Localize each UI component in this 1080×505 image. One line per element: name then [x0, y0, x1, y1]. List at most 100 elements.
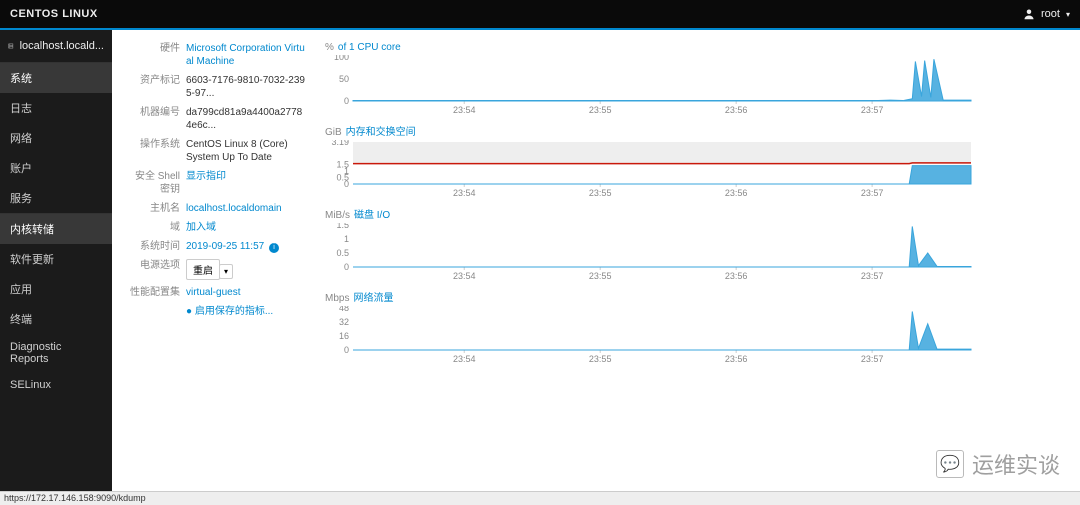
svg-text:23:54: 23:54 — [453, 188, 476, 198]
chart-svg: 00.511.523:5423:5523:5623:57 — [325, 223, 975, 281]
chart-unit: MiB/s — [325, 210, 350, 221]
hostname-label: 主机名 — [130, 202, 186, 215]
chart-title[interactable]: of 1 CPU core — [338, 42, 401, 53]
system-info: 硬件Microsoft Corporation Virtual Machine … — [130, 42, 305, 372]
svg-text:23:56: 23:56 — [725, 105, 748, 115]
chart-title[interactable]: 磁盘 I/O — [354, 210, 390, 221]
time-value[interactable]: 2019-09-25 11:57 i — [186, 240, 279, 253]
hardware-label: 硬件 — [130, 42, 186, 68]
power-value: 重启▾ — [186, 259, 233, 280]
chart-svg: 00.511.53.1923:5423:5523:5623:57 — [325, 140, 975, 198]
svg-text:23:55: 23:55 — [589, 271, 612, 281]
svg-text:23:56: 23:56 — [725, 354, 748, 364]
svg-text:3.19: 3.19 — [331, 140, 349, 147]
reboot-dropdown[interactable]: ▾ — [219, 264, 233, 279]
sidebar: localhost.locald... 系统日志网络账户服务 内核转储软件更新应… — [0, 30, 112, 491]
svg-text:23:57: 23:57 — [861, 105, 884, 115]
chart-block: MiB/s磁盘 I/O00.511.523:5423:5523:5623:57 — [325, 206, 1062, 281]
watermark-text: 运维实谈 — [972, 448, 1060, 480]
hardware-value[interactable]: Microsoft Corporation Virtual Machine — [186, 42, 305, 68]
svg-text:50: 50 — [339, 74, 349, 84]
power-label: 电源选项 — [130, 259, 186, 280]
sidebar-item[interactable]: Diagnostic Reports — [0, 334, 112, 372]
os-label: 操作系统 — [130, 138, 186, 164]
perf-label: 性能配置集 — [130, 286, 186, 299]
app-title: CENTOS LINUX — [10, 8, 98, 20]
content: 硬件Microsoft Corporation Virtual Machine … — [112, 30, 1080, 491]
assettag-label: 资产标记 — [130, 74, 186, 100]
svg-text:100: 100 — [334, 55, 349, 62]
svg-text:16: 16 — [339, 331, 349, 341]
hostname-value[interactable]: localhost.localdomain — [186, 202, 282, 215]
reboot-button[interactable]: 重启 — [186, 259, 220, 280]
svg-text:23:57: 23:57 — [861, 354, 884, 364]
time-label: 系统时间 — [130, 240, 186, 253]
wechat-icon: 💬 — [936, 450, 964, 478]
info-icon: i — [269, 243, 279, 253]
svg-text:0: 0 — [344, 262, 349, 272]
sidebar-item[interactable]: 服务 — [0, 183, 112, 213]
domain-value[interactable]: 加入域 — [186, 221, 216, 234]
chart-header: GiB 内存和交换空间 — [325, 123, 1062, 138]
svg-text:23:57: 23:57 — [861, 188, 884, 198]
assettag-value: 6603-7176-9810-7032-2395-97... — [186, 74, 305, 100]
svg-text:23:55: 23:55 — [589, 188, 612, 198]
sidebar-item[interactable]: 内核转储 — [0, 214, 112, 244]
chart-unit: GiB — [325, 127, 342, 138]
sidebar-host[interactable]: localhost.locald... — [0, 30, 112, 63]
ssh-value[interactable]: 显示指印 — [186, 170, 226, 196]
svg-text:48: 48 — [339, 306, 349, 313]
chart-header: % of 1 CPU core — [325, 42, 1062, 53]
sidebar-item[interactable]: SELinux — [0, 372, 112, 398]
os-value: CentOS Linux 8 (Core)System Up To Date — [186, 138, 288, 164]
chart-block: GiB内存和交换空间00.511.53.1923:5423:5523:5623:… — [325, 123, 1062, 198]
hostname-label: localhost.locald... — [20, 40, 104, 52]
sidebar-item[interactable]: 软件更新 — [0, 244, 112, 274]
ssh-label: 安全 Shell 密钥 — [130, 170, 186, 196]
chart-block: % of 1 CPU core 0 50 100 23:54 23:55 23:56 23:57 — [325, 42, 1062, 115]
machineid-value: da799cd81a9a4400a27784e6c... — [186, 106, 305, 132]
svg-text:23:55: 23:55 — [589, 105, 612, 115]
user-icon — [1023, 8, 1035, 20]
watermark: 💬 运维实谈 — [936, 448, 1060, 480]
sidebar-item[interactable]: 应用 — [0, 274, 112, 304]
svg-text:23:56: 23:56 — [725, 188, 748, 198]
sidebar-item[interactable]: 日志 — [0, 93, 112, 123]
svg-text:23:54: 23:54 — [453, 105, 476, 115]
status-url: https://172.17.146.158:9090/kdump — [4, 493, 146, 503]
sidebar-item[interactable]: 账户 — [0, 153, 112, 183]
svg-text:23:55: 23:55 — [589, 354, 612, 364]
sidebar-item[interactable]: 终端 — [0, 304, 112, 334]
chart-title[interactable]: 内存和交换空间 — [346, 127, 416, 138]
domain-label: 域 — [130, 221, 186, 234]
chart-unit: Mbps — [325, 293, 349, 304]
svg-text:1.5: 1.5 — [336, 223, 349, 230]
server-icon — [8, 40, 14, 52]
user-menu[interactable]: root ▾ — [1023, 8, 1070, 20]
sidebar-item[interactable]: 系统 — [0, 63, 112, 93]
charts: %of 1 CPU core05010023:5423:5523:5623:57… — [325, 42, 1062, 372]
caret-down-icon: ▾ — [1066, 10, 1070, 19]
svg-text:23:54: 23:54 — [453, 354, 476, 364]
svg-text:23:56: 23:56 — [725, 271, 748, 281]
chart-header: Mbps 网络流量 — [325, 289, 1062, 304]
svg-text:1.5: 1.5 — [336, 159, 349, 169]
svg-text:0: 0 — [344, 345, 349, 355]
svg-text:0: 0 — [344, 96, 349, 106]
svg-text:0.5: 0.5 — [336, 248, 349, 258]
svg-text:1: 1 — [344, 234, 349, 244]
sidebar-item[interactable]: 网络 — [0, 123, 112, 153]
topbar: CENTOS LINUX root ▾ — [0, 0, 1080, 28]
svg-text:23:54: 23:54 — [453, 271, 476, 281]
chart-svg: 0 50 100 23:54 23:55 23:56 23:57 — [325, 55, 975, 115]
save-metrics-link[interactable]: ● 启用保存的指标... — [186, 305, 273, 318]
chart-title[interactable]: 网络流量 — [353, 293, 393, 304]
perf-value[interactable]: virtual-guest — [186, 286, 240, 299]
machineid-label: 机器编号 — [130, 106, 186, 132]
chart-header: MiB/s 磁盘 I/O — [325, 206, 1062, 221]
chart-unit: % — [325, 42, 334, 53]
svg-text:32: 32 — [339, 317, 349, 327]
chart-svg: 0 16 32 48 23:54 23:55 23:56 23:57 — [325, 306, 975, 364]
chart-block: Mbps 网络流量 0 16 32 48 23:54 23:55 23:56 23:57 — [325, 289, 1062, 364]
statusbar: https://172.17.146.158:9090/kdump — [0, 491, 1080, 505]
